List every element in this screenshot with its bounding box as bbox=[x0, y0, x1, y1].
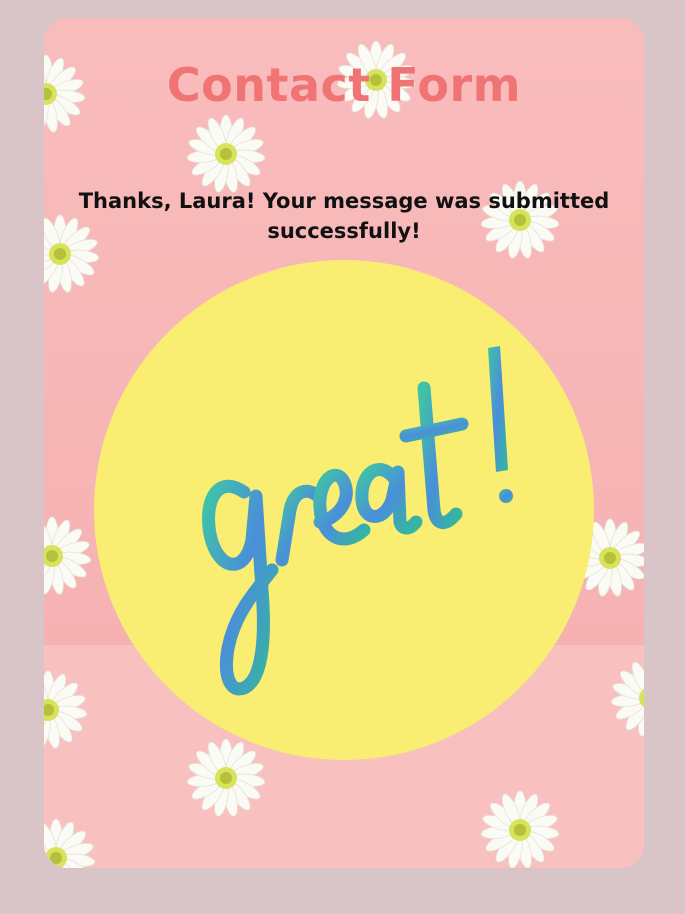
daisy-flower-icon bbox=[610, 658, 644, 738]
great-handwriting-illustration bbox=[202, 346, 513, 696]
success-message: Thanks, Laura! Your message was submitte… bbox=[78, 189, 610, 243]
daisy-flower-icon bbox=[44, 516, 92, 596]
daisy-flower-icon bbox=[44, 818, 96, 868]
contact-form-card: Contact Form Thanks, Laura! Your message… bbox=[44, 18, 644, 868]
page-title: Contact Form bbox=[166, 58, 522, 112]
daisy-flower-icon bbox=[480, 790, 560, 868]
daisy-flower-icon bbox=[186, 114, 266, 194]
daisy-flower-icon bbox=[44, 670, 88, 750]
